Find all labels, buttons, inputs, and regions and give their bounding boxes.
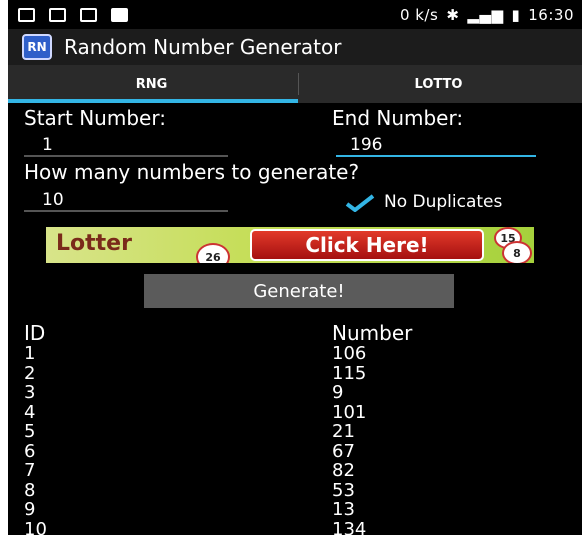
message-icon: [49, 7, 66, 22]
no-duplicates-label: No Duplicates: [384, 192, 503, 212]
tab-rng[interactable]: RNG: [8, 65, 295, 103]
list-item: 7 82: [24, 461, 444, 481]
row-number: 13: [332, 499, 355, 520]
app-title: Random Number Generator: [64, 35, 342, 59]
row-number: 9: [332, 382, 344, 403]
row-number: 101: [332, 401, 367, 423]
row-id: 1: [24, 343, 36, 364]
list-item: 1 106: [24, 344, 444, 364]
list-item: 5 21: [24, 422, 444, 442]
bluetooth-icon: ✱: [446, 5, 460, 24]
row-number: 53: [332, 479, 355, 501]
list-item: 8 53: [24, 479, 444, 501]
net-speed: 0 k/s: [399, 5, 439, 24]
notification-icon: [18, 7, 35, 22]
row-number: 21: [332, 421, 355, 442]
no-duplicates-checkbox[interactable]: [344, 194, 376, 212]
row-number: 82: [332, 460, 355, 481]
signal-icon: ▂▄▆: [467, 5, 504, 24]
start-number-underline: [24, 155, 228, 157]
row-id: 7: [24, 460, 36, 481]
ad-banner[interactable]: Lotter 26 Click Here! 15 8: [46, 227, 534, 263]
row-id: 3: [24, 382, 36, 403]
row-id: 8: [24, 479, 36, 501]
start-number-label: Start Number:: [24, 106, 166, 130]
status-right: 0 k/s ✱ ▂▄▆ ▮ 16:30: [400, 6, 574, 24]
square-icon: [111, 7, 128, 22]
status-bar: 0 k/s ✱ ▂▄▆ ▮ 16:30: [8, 0, 582, 29]
clock: 16:30: [528, 5, 574, 24]
tab-lotto[interactable]: LOTTO: [295, 65, 582, 103]
app-icon: RN: [22, 34, 52, 60]
list-item: 6 67: [24, 440, 444, 462]
row-id: 5: [24, 421, 36, 442]
row-id: 4: [24, 401, 36, 423]
results-list: 1 106 2 115 39 4 101 5 21 6 67 7 82 8 53 9 13 10…: [24, 344, 444, 535]
id-column-header: ID: [24, 321, 46, 345]
count-input[interactable]: 10: [42, 190, 64, 210]
notification-icons: [18, 7, 128, 22]
list-item: 9 13: [24, 500, 444, 520]
action-bar: RN Random Number Generator: [8, 29, 582, 65]
tab-bar: RNG LOTTO: [8, 65, 582, 103]
end-number-label: End Number:: [332, 106, 464, 130]
list-item: 2 115: [24, 362, 444, 384]
row-number: 134: [332, 518, 367, 535]
phone-screen: 0 k/s ✱ ▂▄▆ ▮ 16:30 RN Random Number Gen…: [8, 0, 582, 535]
list-item: 4 101: [24, 401, 444, 423]
start-number-input[interactable]: 1: [42, 135, 53, 155]
count-label: How many numbers to generate?: [24, 160, 360, 184]
row-number: 67: [332, 440, 355, 462]
row-id: 10: [24, 518, 47, 535]
row-id: 2: [24, 362, 36, 384]
list-item: 39: [24, 383, 444, 403]
image-icon: [80, 7, 97, 22]
end-number-underline: [336, 155, 536, 157]
ad-click-button[interactable]: Click Here!: [250, 229, 484, 261]
battery-icon: ▮: [511, 5, 521, 24]
row-number: 106: [332, 343, 367, 364]
list-item: 10 134: [24, 518, 444, 535]
number-column-header: Number: [332, 321, 413, 345]
row-number: 115: [332, 362, 367, 384]
ad-ball: 8: [502, 241, 532, 263]
count-underline: [24, 210, 228, 212]
ad-logo: Lotter: [56, 231, 132, 256]
ad-ball: 26: [196, 243, 230, 263]
row-id: 6: [24, 440, 36, 462]
tab-indicator: [8, 99, 298, 103]
generate-button[interactable]: Generate!: [144, 274, 454, 308]
tab-divider: [298, 73, 299, 95]
end-number-input[interactable]: 196: [350, 135, 382, 155]
row-id: 9: [24, 499, 36, 520]
